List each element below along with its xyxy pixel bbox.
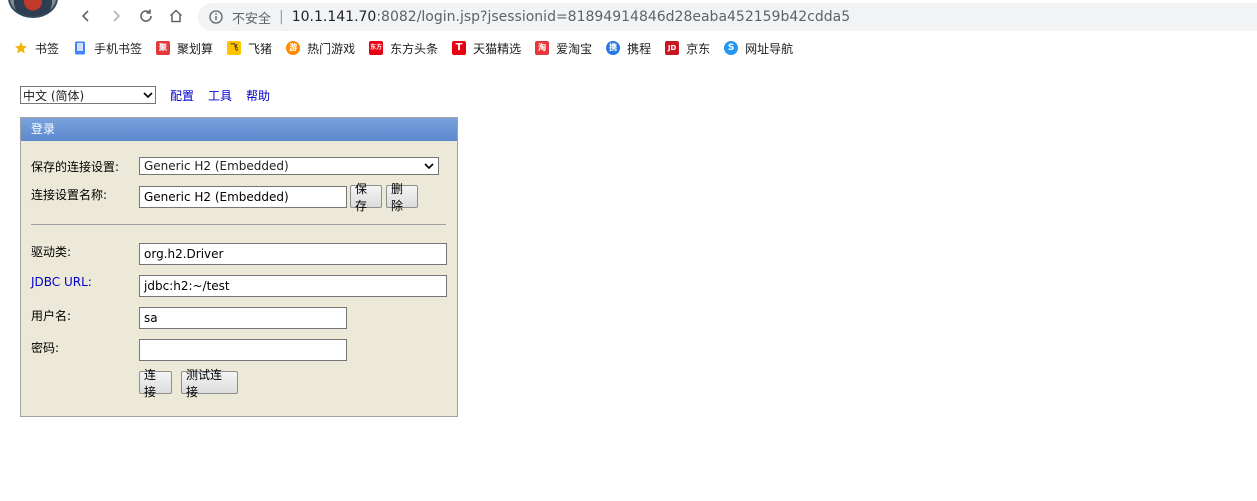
panel-title: 登录	[21, 118, 457, 141]
tmall-icon: T	[452, 41, 467, 55]
bookmark-item[interactable]: 游 热门游戏	[286, 38, 355, 58]
dongfang-icon: 东方	[369, 41, 384, 55]
back-button[interactable]	[74, 4, 98, 28]
bookmark-label: 爱淘宝	[556, 41, 593, 56]
chevron-down-icon	[143, 92, 153, 99]
language-row: 中文 (简体) 配置 工具 帮助	[20, 86, 270, 104]
setting-name-input[interactable]: Generic H2 (Embedded)	[139, 186, 347, 208]
tools-link[interactable]: 工具	[208, 87, 232, 104]
reload-icon	[140, 9, 152, 22]
saved-settings-label: 保存的连接设置:	[31, 160, 120, 174]
language-select[interactable]: 中文 (简体)	[20, 86, 156, 104]
config-link[interactable]: 配置	[170, 87, 194, 104]
feizhu-icon: 飞	[227, 41, 242, 55]
driver-label: 驱动类:	[31, 245, 72, 259]
bookmark-label: 热门游戏	[307, 41, 356, 56]
setting-name-label: 连接设置名称:	[31, 188, 108, 202]
browser-toolbar: 不安全 | 10.1.141.70:8082/login.jsp?jsessio…	[0, 0, 1257, 34]
bookmark-item[interactable]: 手机书签	[73, 38, 142, 58]
jdbc-url-input[interactable]: jdbc:h2:~/test	[139, 275, 447, 297]
address-separator: |	[279, 9, 284, 25]
bookmark-label: 手机书签	[94, 41, 143, 56]
delete-button[interactable]: 删除	[386, 182, 418, 213]
bookmark-item[interactable]: 东方 东方头条	[369, 38, 438, 58]
insecure-label: 不安全	[232, 11, 272, 27]
reload-button[interactable]	[134, 4, 158, 28]
jdbc-url-label: JDBC URL:	[31, 275, 92, 289]
forward-button[interactable]	[104, 4, 128, 28]
driver-input[interactable]: org.h2.Driver	[139, 243, 447, 265]
password-input[interactable]	[139, 339, 347, 361]
bookmark-item[interactable]: 书签	[14, 38, 59, 58]
bookmark-label: 聚划算	[177, 41, 214, 56]
forward-arrow-icon	[113, 10, 121, 22]
home-button[interactable]	[164, 4, 188, 28]
info-icon[interactable]	[208, 9, 224, 25]
saved-settings-value: Generic H2 (Embedded)	[144, 159, 289, 173]
nav-site-icon: S	[724, 41, 739, 55]
bookmark-label: 京东	[686, 41, 711, 56]
juhuasuan-icon: 聚	[156, 41, 171, 55]
bookmark-label: 飞猪	[248, 41, 273, 56]
language-selected-value: 中文 (简体)	[23, 88, 85, 103]
bookmarks-bar: 书签 手机书签 聚 聚划算 飞 飞猪 游 热门游戏 东方 东方头条 T 天猫精选…	[0, 34, 1257, 62]
bookmark-item[interactable]: T 天猫精选	[452, 38, 521, 58]
bookmark-item[interactable]: 飞 飞猪	[227, 38, 272, 58]
game-icon: 游	[286, 41, 301, 55]
help-link[interactable]: 帮助	[246, 87, 270, 104]
profile-avatar[interactable]	[8, 0, 58, 18]
aitaobao-icon: 淘	[535, 41, 550, 55]
bookmark-label: 东方头条	[390, 41, 439, 56]
bookmark-item[interactable]: 淘 爱淘宝	[535, 38, 592, 58]
jd-icon: JD	[665, 41, 680, 55]
bookmark-label: 网址导航	[745, 41, 794, 56]
bookmark-item[interactable]: S 网址导航	[724, 38, 793, 58]
bookmark-item[interactable]: JD 京东	[665, 38, 710, 58]
home-icon	[169, 9, 183, 23]
bookmark-item[interactable]: 聚 聚划算	[156, 38, 213, 58]
mobile-bookmark-icon	[73, 41, 87, 55]
test-connection-button[interactable]: 测试连接	[181, 368, 238, 399]
save-button[interactable]: 保存	[350, 182, 382, 213]
bookmark-item[interactable]: 携 携程	[606, 38, 651, 58]
back-arrow-icon	[81, 10, 89, 22]
connect-button[interactable]: 连接	[139, 368, 172, 399]
password-label: 密码:	[31, 341, 60, 355]
bookmark-label: 携程	[627, 41, 652, 56]
url-host: 10.1.141.70	[291, 9, 377, 25]
divider	[31, 224, 446, 225]
username-label: 用户名:	[31, 309, 72, 323]
login-panel: 登录 保存的连接设置: Generic H2 (Embedded) 连接设置名称…	[20, 117, 458, 417]
ctrip-icon: 携	[606, 41, 621, 55]
url-path: :8082/login.jsp?jsessionid=81894914846d2…	[376, 9, 851, 25]
username-input[interactable]: sa	[139, 307, 347, 329]
star-icon	[14, 41, 28, 55]
chevron-down-icon	[424, 163, 434, 170]
address-bar[interactable]: 不安全 | 10.1.141.70:8082/login.jsp?jsessio…	[198, 3, 1257, 31]
bookmark-label: 书签	[35, 41, 60, 56]
saved-settings-select[interactable]: Generic H2 (Embedded)	[139, 157, 439, 175]
bookmark-label: 天猫精选	[473, 41, 522, 56]
